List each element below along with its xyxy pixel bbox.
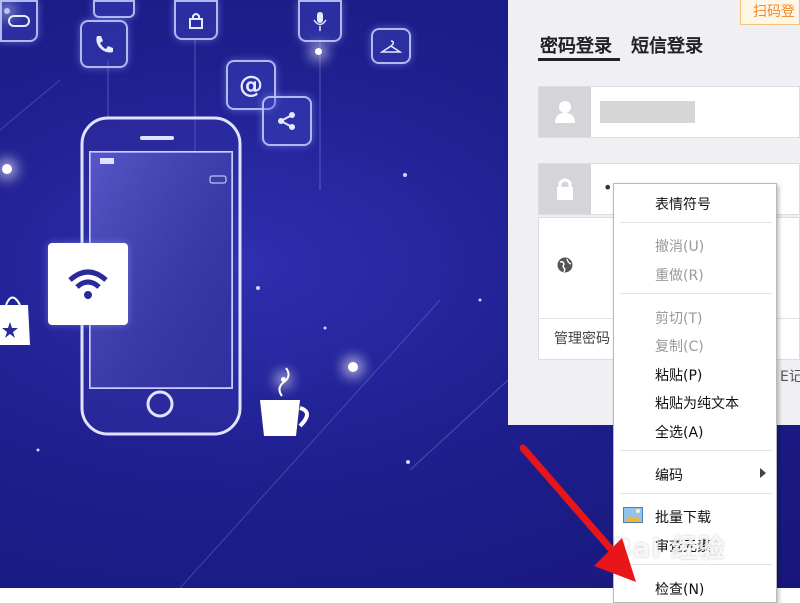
submenu-arrow-icon xyxy=(760,468,766,478)
light-glow xyxy=(348,362,358,372)
tab-password-login[interactable]: 密码登录 xyxy=(540,32,612,58)
light-glow xyxy=(281,377,286,382)
baidu-watermark-url: jingyan.baidu.com xyxy=(640,566,751,580)
username-field[interactable] xyxy=(538,86,800,138)
light-glow xyxy=(2,164,12,174)
menu-item-redo[interactable]: 重做(R) xyxy=(655,265,704,285)
menu-item-inspect[interactable]: 检查(N) xyxy=(655,579,704,599)
menu-separator xyxy=(620,293,772,294)
menu-item-paste[interactable]: 粘贴(P) xyxy=(655,365,702,385)
wifi-icon xyxy=(48,243,128,325)
menu-item-paste-plain[interactable]: 粘贴为纯文本 xyxy=(655,393,739,413)
active-tab-underline xyxy=(538,58,620,61)
lock-icon xyxy=(539,164,591,214)
menu-item-encoding[interactable]: 编码 xyxy=(655,465,683,485)
tile-icon xyxy=(93,0,135,18)
light-glow xyxy=(315,48,322,55)
phone-icon xyxy=(80,20,128,68)
gamepad-icon xyxy=(0,0,38,42)
image-download-icon xyxy=(623,507,643,523)
menu-item-cut[interactable]: 剪切(T) xyxy=(655,308,702,328)
menu-item-select-all[interactable]: 全选(A) xyxy=(655,422,704,442)
menu-item-batch-download[interactable]: 批量下载 xyxy=(655,507,711,527)
username-value-redacted xyxy=(600,101,695,123)
user-icon xyxy=(539,87,591,137)
qr-login-tab[interactable]: 扫码登 xyxy=(740,0,800,25)
menu-item-emoji[interactable]: 表情符号 xyxy=(655,194,711,214)
share-icon xyxy=(262,96,312,146)
manage-passwords-link[interactable]: 管理密码 xyxy=(554,328,610,348)
menu-separator xyxy=(620,222,772,223)
menu-item-copy[interactable]: 复制(C) xyxy=(655,336,704,356)
baidu-watermark: Bai 经验 xyxy=(612,534,726,564)
lock-icon xyxy=(174,0,218,40)
menu-separator xyxy=(620,493,772,494)
hanger-icon xyxy=(371,28,411,64)
menu-item-undo[interactable]: 撤消(U) xyxy=(655,236,704,256)
microphone-icon xyxy=(298,0,342,42)
remember-label: E记 xyxy=(780,369,800,385)
tab-sms-login[interactable]: 短信登录 xyxy=(631,32,703,58)
shopping-bag-icon xyxy=(0,296,30,345)
menu-separator xyxy=(620,450,772,451)
globe-icon xyxy=(557,257,573,273)
